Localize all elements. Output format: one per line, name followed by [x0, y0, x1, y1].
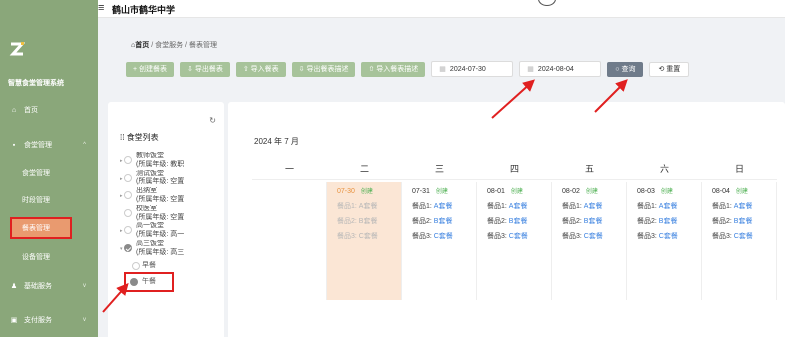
- sidebar: 智慧食堂管理系统 ⌂ 首页 ▪ 食堂管理 ^ 食堂管理 时段管理 餐表管理 设备…: [0, 0, 98, 337]
- calendar-panel: 2024 年 7 月 一 二 三 四 五 六 日 07-30 创建 餐品1: A套…: [228, 102, 785, 337]
- tree-child-lunch[interactable]: 午餐: [124, 271, 174, 292]
- sidebar-item-pay[interactable]: ▣ 支付服务 v: [0, 310, 98, 330]
- tree-node[interactable]: 校医室 (所属年级: 空置: [120, 205, 224, 223]
- calendar-icon: ▦: [527, 66, 534, 73]
- sidebar-sub-device[interactable]: 设备管理: [0, 247, 98, 267]
- sidebar-sub-period[interactable]: 时段管理: [0, 190, 98, 210]
- start-date-input[interactable]: ▦ 2024-07-30: [431, 61, 514, 77]
- breadcrumb-home[interactable]: ⌂首页: [131, 42, 149, 49]
- sidebar-item-basic[interactable]: ♟ 基础服务 v: [0, 276, 98, 296]
- breadcrumb-sep: /: [151, 42, 154, 49]
- radio-icon[interactable]: [124, 226, 132, 235]
- tree-node[interactable]: ▸ 出纳室 (所属年级: 空置: [120, 187, 224, 205]
- topbar: ≡ 鹤山市鹤华中学: [98, 0, 785, 18]
- export-desc-button[interactable]: ⇩ 导出餐表描述: [291, 61, 356, 77]
- reset-button[interactable]: ⟲ 重置: [649, 61, 690, 77]
- calendar-days: 07-30 创建 餐品1: A套餐 餐品2: B套餐 餐品3: C套餐 07-31…: [252, 182, 777, 300]
- query-button[interactable]: ○ 查询: [607, 61, 644, 77]
- tree-node[interactable]: ▸ 测试饭堂 (所属年级: 空置: [120, 170, 224, 188]
- chevron-up-icon: ^: [83, 142, 86, 148]
- caret-right-icon: ▸: [120, 228, 123, 235]
- weekday: 三: [402, 158, 477, 180]
- refresh-icon[interactable]: ↻: [209, 116, 216, 125]
- sidebar-item-label: 基础服务: [24, 283, 52, 290]
- sidebar-sub-canteen[interactable]: 食堂管理: [0, 163, 98, 183]
- breadcrumb-sep: /: [185, 42, 187, 49]
- create-badge[interactable]: 创建: [736, 189, 748, 195]
- calendar-day[interactable]: 08-01 创建 餐品1: A套餐 餐品2: B套餐 餐品3: C套餐: [477, 182, 552, 300]
- calendar-day[interactable]: 07-30 创建 餐品1: A套餐 餐品2: B套餐 餐品3: C套餐: [327, 182, 402, 300]
- radio-icon[interactable]: [132, 261, 140, 270]
- avatar[interactable]: [538, 0, 556, 6]
- create-meal-table-button[interactable]: + 创建餐表: [126, 61, 175, 77]
- radio-icon[interactable]: [124, 173, 132, 182]
- weekday-header: 一 二 三 四 五 六 日: [252, 158, 777, 180]
- sidebar-sub-meal-table[interactable]: 餐表管理: [10, 217, 72, 239]
- weekday: 二: [327, 158, 402, 180]
- breadcrumb: ⌂首页 / 食堂服务 / 餐表管理: [131, 40, 217, 50]
- calendar-day[interactable]: 08-03 创建 餐品1: A套餐 餐品2: B套餐 餐品3: C套餐: [627, 182, 702, 300]
- end-date-value: 2024-08-04: [537, 65, 574, 73]
- tree-node[interactable]: ▸ 教师饭堂 (所属年级: 教职: [120, 152, 224, 170]
- checked-radio-icon[interactable]: [130, 277, 138, 286]
- start-date-value: 2024-07-30: [449, 65, 486, 73]
- sidebar-item-label: 支付服务: [24, 317, 52, 324]
- weekday: 五: [552, 158, 627, 180]
- pay-icon: ▣: [10, 317, 18, 324]
- import-meal-table-button[interactable]: ⇧ 导入餐表: [235, 61, 286, 77]
- canteen-icon: ▪: [12, 141, 16, 149]
- caret-right-icon: ▸: [120, 158, 123, 164]
- canteen-list-panel: ↻ ⁞⁞ 食堂列表 ▸ 教师饭堂 (所属年级: 教职 ▸ 测试饭堂 (所属年级: 空置 …: [108, 102, 224, 337]
- canteen-list-title: ⁞⁞ 食堂列表: [120, 133, 159, 142]
- calendar-day[interactable]: 07-31 创建 餐品1: A套餐 餐品2: B套餐 餐品3: C套餐: [402, 182, 477, 300]
- weekday: 六: [627, 158, 702, 180]
- school-name: 鹤山市鹤华中学: [112, 5, 176, 15]
- calendar-icon: ▦: [439, 66, 446, 73]
- weekday: 日: [702, 158, 777, 180]
- tree-child-breakfast[interactable]: 早餐: [120, 258, 224, 274]
- weekday: 四: [477, 158, 552, 180]
- calendar-day-empty: [252, 182, 327, 300]
- export-meal-table-button[interactable]: ⇩ 导出餐表: [180, 61, 230, 77]
- canteen-tree: ▸ 教师饭堂 (所属年级: 教职 ▸ 测试饭堂 (所属年级: 空置 ▸ 出纳室 (所属年级:…: [120, 152, 224, 292]
- radio-icon[interactable]: [124, 191, 132, 200]
- app-root: 智慧食堂管理系统 ⌂ 首页 ▪ 食堂管理 ^ 食堂管理 时段管理 餐表管理 设备…: [0, 0, 785, 337]
- sidebar-item-canteen[interactable]: ▪ 食堂管理 ^: [0, 135, 98, 155]
- home-icon: ⌂: [11, 106, 17, 114]
- radio-icon[interactable]: [124, 208, 132, 217]
- create-badge[interactable]: 创建: [661, 189, 673, 195]
- create-badge[interactable]: 创建: [511, 189, 523, 195]
- create-badge[interactable]: 创建: [361, 189, 373, 195]
- end-date-input[interactable]: ▦ 2024-08-04: [519, 61, 602, 77]
- radio-icon[interactable]: [124, 156, 132, 164]
- caret-down-icon: ▾: [120, 245, 123, 252]
- create-badge[interactable]: 创建: [586, 189, 598, 195]
- calendar-day[interactable]: 08-02 创建 餐品1: A套餐 餐品2: B套餐 餐品3: C套餐: [552, 182, 627, 300]
- caret-right-icon: ▸: [120, 193, 123, 200]
- sidebar-item-label: 首页: [24, 107, 38, 114]
- import-desc-button[interactable]: ⇧ 导入餐表描述: [361, 61, 426, 77]
- user-icon: ♟: [10, 283, 18, 290]
- logo-icon: [9, 42, 25, 56]
- caret-right-icon: ▸: [120, 175, 123, 182]
- breadcrumb-canteen-service[interactable]: 食堂服务: [155, 42, 183, 49]
- sidebar-item-label: 食堂管理: [24, 142, 52, 149]
- checked-radio-icon[interactable]: [124, 243, 132, 252]
- tree-node[interactable]: ▸ 高一饭堂 (所属年级: 高一: [120, 222, 224, 240]
- chevron-down-icon: v: [83, 283, 86, 289]
- toolbar: + 创建餐表 ⇩ 导出餐表 ⇧ 导入餐表 ⇩ 导出餐表描述 ⇧ 导入餐表描述 ▦…: [126, 61, 690, 77]
- weekday: 一: [252, 158, 327, 180]
- create-badge[interactable]: 创建: [436, 189, 448, 195]
- breadcrumb-meal-table: 餐表管理: [188, 42, 217, 49]
- grid-icon: ⁞⁞: [120, 133, 125, 142]
- calendar-day[interactable]: 08-04 创建 餐品1: A套餐 餐品2: B套餐 餐品3: C套餐: [702, 182, 777, 300]
- chevron-down-icon: v: [83, 317, 86, 323]
- calendar-month: 2024 年 7 月: [254, 137, 299, 146]
- sidebar-item-home[interactable]: ⌂ 首页: [0, 100, 98, 120]
- menu-toggle-icon[interactable]: ≡: [98, 2, 104, 14]
- system-name: 智慧食堂管理系统: [8, 80, 64, 87]
- main-content: ⌂首页 / 食堂服务 / 餐表管理 + 创建餐表 ⇩ 导出餐表 ⇧ 导入餐表 ⇩…: [98, 18, 785, 337]
- tree-node-selected[interactable]: ▾ 高三饭堂 (所属年级: 高三: [120, 240, 224, 258]
